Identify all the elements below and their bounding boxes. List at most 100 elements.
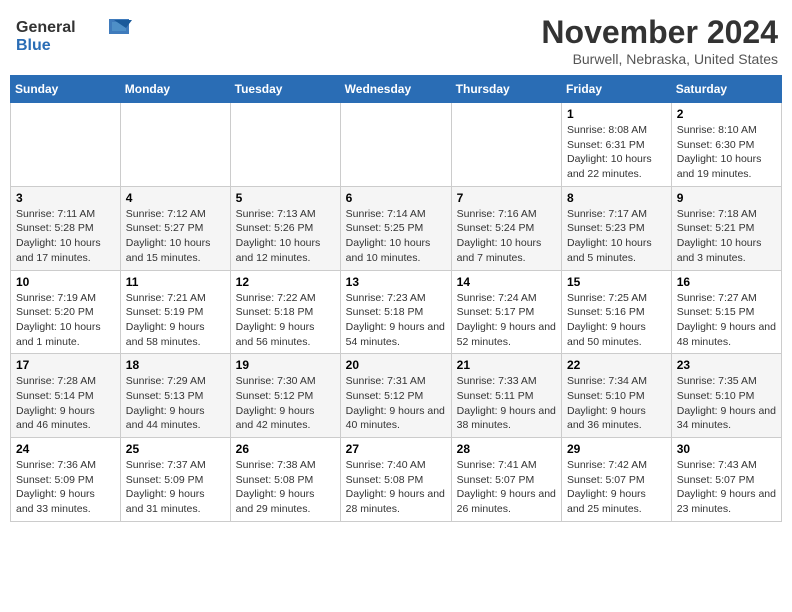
day-number: 4 [126,191,225,205]
day-number: 25 [126,442,225,456]
logo: General Blue [14,14,134,59]
calendar-cell: 30Sunrise: 7:43 AM Sunset: 5:07 PM Dayli… [671,438,781,522]
day-number: 6 [346,191,446,205]
calendar-cell: 23 Sunrise: 7:35 AM Sunset: 5:10 PM Dayli… [671,354,781,438]
day-number: 13 [346,275,446,289]
calendar-cell: 22 Sunrise: 7:34 AM Sunset: 5:10 PM Dayli… [562,354,672,438]
title-area: November 2024 Burwell, Nebraska, United … [541,14,778,67]
page-header: General Blue November 2024 Burwell, Nebr… [10,10,782,67]
day-info: Sunrise: 7:38 AM Sunset: 5:08 PM Dayligh… [236,458,335,517]
calendar-cell: 6 Sunrise: 7:14 AM Sunset: 5:25 PM Daylig… [340,186,451,270]
calendar-cell: 9 Sunrise: 7:18 AM Sunset: 5:21 PM Daylig… [671,186,781,270]
day-info: Sunrise: 7:25 AM Sunset: 5:16 PM Dayligh… [567,291,666,350]
calendar-cell: 15 Sunrise: 7:25 AM Sunset: 5:16 PM Dayli… [562,270,672,354]
day-number: 18 [126,358,225,372]
calendar-body: 1 Sunrise: 8:08 AM Sunset: 6:31 PM Daylig… [11,103,782,522]
calendar-cell: 26 Sunrise: 7:38 AM Sunset: 5:08 PM Dayli… [230,438,340,522]
logo-text: General Blue [14,14,134,59]
day-info: Sunrise: 7:11 AM Sunset: 5:28 PM Dayligh… [16,207,115,266]
calendar-cell: 29Sunrise: 7:42 AM Sunset: 5:07 PM Dayli… [562,438,672,522]
day-info: Sunrise: 7:31 AM Sunset: 5:12 PM Dayligh… [346,374,446,433]
weekday-header-sunday: Sunday [11,76,121,103]
day-number: 29 [567,442,666,456]
day-number: 28 [457,442,556,456]
calendar-cell: 27 Sunrise: 7:40 AM Sunset: 5:08 PM Dayli… [340,438,451,522]
weekday-header-saturday: Saturday [671,76,781,103]
day-info: Sunrise: 7:30 AM Sunset: 5:12 PM Dayligh… [236,374,335,433]
calendar-cell [230,103,340,187]
day-info: Sunrise: 7:22 AM Sunset: 5:18 PM Dayligh… [236,291,335,350]
calendar-cell: 10Sunrise: 7:19 AM Sunset: 5:20 PM Dayli… [11,270,121,354]
day-info: Sunrise: 7:14 AM Sunset: 5:25 PM Dayligh… [346,207,446,266]
day-info: Sunrise: 7:17 AM Sunset: 5:23 PM Dayligh… [567,207,666,266]
calendar-cell [120,103,230,187]
day-info: Sunrise: 7:40 AM Sunset: 5:08 PM Dayligh… [346,458,446,517]
calendar-table: SundayMondayTuesdayWednesdayThursdayFrid… [10,75,782,522]
day-number: 17 [16,358,115,372]
calendar-cell: 5 Sunrise: 7:13 AM Sunset: 5:26 PM Daylig… [230,186,340,270]
day-number: 23 [677,358,776,372]
calendar-week-5: 24 Sunrise: 7:36 AM Sunset: 5:09 PM Dayli… [11,438,782,522]
calendar-week-4: 17Sunrise: 7:28 AM Sunset: 5:14 PM Dayli… [11,354,782,438]
day-number: 15 [567,275,666,289]
weekday-header-friday: Friday [562,76,672,103]
day-info: Sunrise: 8:08 AM Sunset: 6:31 PM Dayligh… [567,123,666,182]
day-number: 22 [567,358,666,372]
day-info: Sunrise: 7:35 AM Sunset: 5:10 PM Dayligh… [677,374,776,433]
day-number: 9 [677,191,776,205]
day-number: 7 [457,191,556,205]
day-number: 27 [346,442,446,456]
calendar-cell: 19 Sunrise: 7:30 AM Sunset: 5:12 PM Dayli… [230,354,340,438]
calendar-cell: 1 Sunrise: 8:08 AM Sunset: 6:31 PM Daylig… [562,103,672,187]
day-number: 24 [16,442,115,456]
day-number: 16 [677,275,776,289]
calendar-cell: 24 Sunrise: 7:36 AM Sunset: 5:09 PM Dayli… [11,438,121,522]
calendar-cell: 18 Sunrise: 7:29 AM Sunset: 5:13 PM Dayli… [120,354,230,438]
day-number: 5 [236,191,335,205]
day-info: Sunrise: 7:34 AM Sunset: 5:10 PM Dayligh… [567,374,666,433]
weekday-header-thursday: Thursday [451,76,561,103]
day-number: 3 [16,191,115,205]
day-info: Sunrise: 7:16 AM Sunset: 5:24 PM Dayligh… [457,207,556,266]
day-info: Sunrise: 7:13 AM Sunset: 5:26 PM Dayligh… [236,207,335,266]
calendar-cell: 8Sunrise: 7:17 AM Sunset: 5:23 PM Daylig… [562,186,672,270]
calendar-cell: 4Sunrise: 7:12 AM Sunset: 5:27 PM Daylig… [120,186,230,270]
calendar-cell: 17Sunrise: 7:28 AM Sunset: 5:14 PM Dayli… [11,354,121,438]
day-info: Sunrise: 7:29 AM Sunset: 5:13 PM Dayligh… [126,374,225,433]
day-number: 1 [567,107,666,121]
day-info: Sunrise: 7:37 AM Sunset: 5:09 PM Dayligh… [126,458,225,517]
calendar-cell: 14Sunrise: 7:24 AM Sunset: 5:17 PM Dayli… [451,270,561,354]
calendar-cell: 7 Sunrise: 7:16 AM Sunset: 5:24 PM Daylig… [451,186,561,270]
day-info: Sunrise: 7:23 AM Sunset: 5:18 PM Dayligh… [346,291,446,350]
day-number: 26 [236,442,335,456]
day-number: 19 [236,358,335,372]
calendar-cell: 3 Sunrise: 7:11 AM Sunset: 5:28 PM Daylig… [11,186,121,270]
calendar-week-2: 3 Sunrise: 7:11 AM Sunset: 5:28 PM Daylig… [11,186,782,270]
day-info: Sunrise: 7:36 AM Sunset: 5:09 PM Dayligh… [16,458,115,517]
day-info: Sunrise: 7:21 AM Sunset: 5:19 PM Dayligh… [126,291,225,350]
weekday-header-tuesday: Tuesday [230,76,340,103]
calendar-cell: 28 Sunrise: 7:41 AM Sunset: 5:07 PM Dayli… [451,438,561,522]
day-info: Sunrise: 7:18 AM Sunset: 5:21 PM Dayligh… [677,207,776,266]
svg-text:General: General [16,19,76,36]
calendar-header-row: SundayMondayTuesdayWednesdayThursdayFrid… [11,76,782,103]
calendar-cell: 20Sunrise: 7:31 AM Sunset: 5:12 PM Dayli… [340,354,451,438]
day-info: Sunrise: 7:33 AM Sunset: 5:11 PM Dayligh… [457,374,556,433]
day-number: 21 [457,358,556,372]
location-subtitle: Burwell, Nebraska, United States [541,51,778,67]
day-info: Sunrise: 8:10 AM Sunset: 6:30 PM Dayligh… [677,123,776,182]
calendar-week-3: 10Sunrise: 7:19 AM Sunset: 5:20 PM Dayli… [11,270,782,354]
weekday-header-wednesday: Wednesday [340,76,451,103]
calendar-cell: 25 Sunrise: 7:37 AM Sunset: 5:09 PM Dayli… [120,438,230,522]
svg-text:Blue: Blue [16,37,51,54]
calendar-cell [451,103,561,187]
calendar-cell: 13 Sunrise: 7:23 AM Sunset: 5:18 PM Dayli… [340,270,451,354]
calendar-week-1: 1 Sunrise: 8:08 AM Sunset: 6:31 PM Daylig… [11,103,782,187]
day-number: 30 [677,442,776,456]
day-info: Sunrise: 7:41 AM Sunset: 5:07 PM Dayligh… [457,458,556,517]
day-number: 12 [236,275,335,289]
day-info: Sunrise: 7:27 AM Sunset: 5:15 PM Dayligh… [677,291,776,350]
calendar-cell: 12 Sunrise: 7:22 AM Sunset: 5:18 PM Dayli… [230,270,340,354]
calendar-cell: 11Sunrise: 7:21 AM Sunset: 5:19 PM Dayli… [120,270,230,354]
month-title: November 2024 [541,14,778,51]
